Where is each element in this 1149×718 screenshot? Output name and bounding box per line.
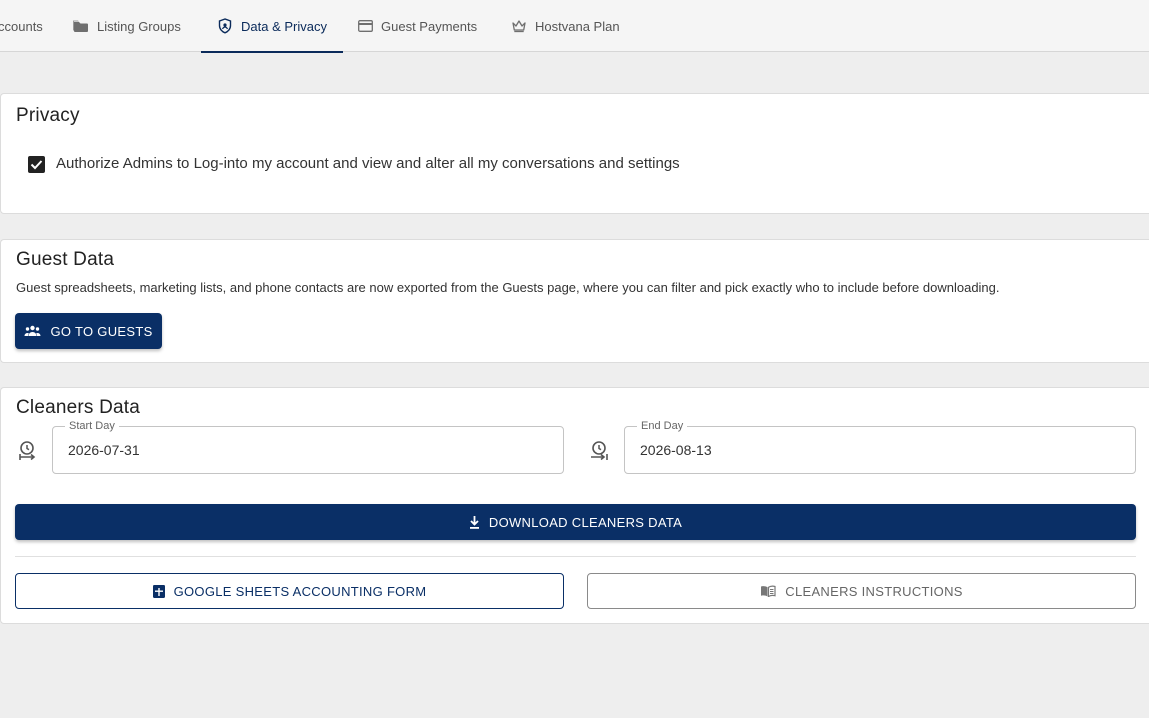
download-icon bbox=[469, 515, 480, 529]
start-day-label: Start Day bbox=[65, 420, 119, 432]
sheets-icon bbox=[152, 584, 165, 598]
admin-access-checkbox[interactable] bbox=[28, 156, 45, 173]
google-sheets-button[interactable]: GOOGLE SHEETS ACCOUNTING FORM bbox=[15, 573, 564, 609]
tab-label: ccounts bbox=[0, 18, 43, 34]
tab-listing-groups[interactable]: Listing Groups bbox=[73, 0, 181, 52]
guest-data-title: Guest Data bbox=[16, 249, 115, 270]
privacy-card: Privacy Authorize Admins to Log-into my … bbox=[0, 93, 1149, 214]
cleaners-instructions-label: CLEANERS INSTRUCTIONS bbox=[785, 583, 963, 599]
end-day-value: 2026-08-13 bbox=[640, 442, 712, 458]
tab-hostvana-plan[interactable]: Hostvana Plan bbox=[511, 0, 620, 52]
guest-data-description: Guest spreadsheets, marketing lists, and… bbox=[16, 280, 1000, 295]
crown-icon bbox=[511, 18, 527, 34]
folder-icon bbox=[73, 18, 89, 34]
clock-end-icon bbox=[591, 441, 608, 461]
tab-guest-payments[interactable]: Guest Payments bbox=[357, 0, 477, 52]
end-day-field[interactable]: End Day 2026-08-13 bbox=[624, 420, 1136, 474]
cleaners-data-card: Cleaners Data Start Day 2026-07-31 End D… bbox=[0, 387, 1149, 624]
shield-icon bbox=[217, 18, 233, 34]
cleaners-data-title: Cleaners Data bbox=[16, 397, 141, 418]
credit-card-icon bbox=[357, 18, 373, 34]
go-to-guests-label: GO TO GUESTS bbox=[50, 323, 153, 339]
tab-data-privacy[interactable]: Data & Privacy bbox=[201, 0, 343, 53]
tab-label: Hostvana Plan bbox=[535, 18, 620, 34]
clock-start-icon bbox=[19, 441, 36, 461]
cleaners-instructions-button[interactable]: CLEANERS INSTRUCTIONS bbox=[587, 573, 1136, 609]
download-label: DOWNLOAD CLEANERS DATA bbox=[488, 514, 683, 530]
google-sheets-label: GOOGLE SHEETS ACCOUNTING FORM bbox=[173, 583, 427, 599]
guest-data-card: Guest Data Guest spreadsheets, marketing… bbox=[0, 239, 1149, 363]
admin-access-label[interactable]: Authorize Admins to Log-into my account … bbox=[56, 155, 680, 172]
tab-label: Data & Privacy bbox=[241, 18, 327, 34]
people-icon bbox=[24, 325, 41, 337]
tabs-bar: ccounts Listing Groups Data & Privacy Gu… bbox=[0, 0, 1149, 53]
tab-label: Listing Groups bbox=[97, 18, 181, 34]
end-day-label: End Day bbox=[637, 420, 688, 432]
book-icon bbox=[760, 585, 776, 597]
tab-label: Guest Payments bbox=[381, 18, 478, 34]
checkmark-icon bbox=[30, 160, 43, 170]
go-to-guests-button[interactable]: GO TO GUESTS bbox=[15, 313, 162, 349]
start-day-field[interactable]: Start Day 2026-07-31 bbox=[52, 420, 564, 474]
tab-accounts[interactable]: ccounts bbox=[0, 0, 43, 52]
divider bbox=[15, 556, 1136, 557]
start-day-value: 2026-07-31 bbox=[68, 442, 140, 458]
download-cleaners-data-button[interactable]: DOWNLOAD CLEANERS DATA bbox=[15, 504, 1136, 540]
privacy-title: Privacy bbox=[16, 105, 80, 126]
